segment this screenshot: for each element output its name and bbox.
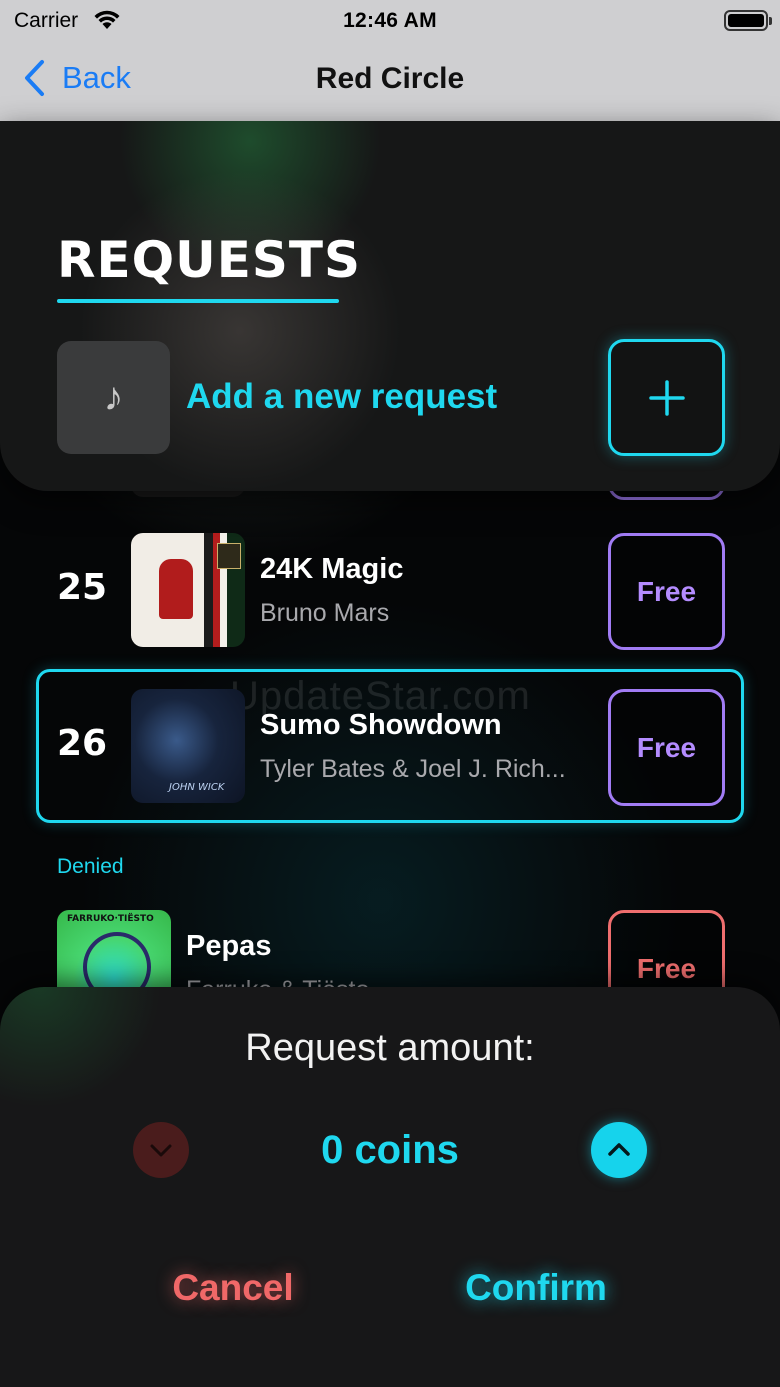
album-art (131, 491, 245, 497)
status-bar: Carrier 12:46 AM (0, 0, 780, 42)
price-button[interactable]: Free (608, 910, 725, 991)
list-item-selected[interactable]: 26 JOHN WICK Sumo Showdown Tyler Bates &… (0, 689, 780, 806)
add-request-label[interactable]: Add a new request (186, 377, 497, 417)
list-item[interactable] (0, 491, 780, 500)
section-title: REQUESTS (57, 231, 362, 289)
page-title: Red Circle (315, 62, 465, 95)
price-button[interactable]: Free (608, 533, 725, 650)
song-title: Sumo Showdown (260, 709, 502, 741)
plus-icon (648, 379, 685, 416)
denied-section-label: Denied (57, 855, 124, 878)
price-button[interactable] (608, 491, 725, 500)
status-time: 12:46 AM (343, 9, 437, 32)
increase-amount-button[interactable] (591, 1122, 647, 1178)
add-request-button[interactable] (608, 339, 725, 456)
song-title: Pepas (186, 930, 272, 962)
cancel-button[interactable]: Cancel (133, 1267, 333, 1309)
top-bar: Carrier 12:46 AM Back Red Circle (0, 0, 780, 121)
artist-name: Tyler Bates & Joel J. Rich... (260, 755, 566, 783)
chevron-up-icon (608, 1143, 630, 1156)
requests-header: REQUESTS ♪ Add a new request (0, 121, 780, 491)
request-amount-sheet: Request amount: 0 coins Cancel Confirm (0, 987, 780, 1387)
list-item-denied[interactable]: FARRUKO·TIËSTO Pepas Farruko & Tiësto Fr… (0, 910, 780, 991)
price-button[interactable]: Free (608, 689, 725, 806)
navigation-bar: Back Red Circle (0, 42, 780, 121)
album-art (131, 533, 245, 647)
rank-number: 26 (57, 723, 108, 764)
list-item[interactable]: 25 24K Magic Bruno Mars Free (0, 533, 780, 650)
music-note-icon[interactable]: ♪ (57, 341, 170, 454)
rank-number: 25 (57, 567, 108, 608)
album-art: FARRUKO·TIËSTO (57, 910, 171, 991)
artist-name: Bruno Mars (260, 599, 390, 627)
request-list[interactable]: 25 24K Magic Bruno Mars Free UpdateStar.… (0, 491, 780, 991)
amount-value: 0 coins (321, 1128, 459, 1172)
sheet-title: Request amount: (245, 1027, 535, 1069)
song-title: 24K Magic (260, 553, 404, 585)
album-art-text: JOHN WICK (169, 782, 225, 793)
battery-icon (724, 10, 772, 31)
album-art-text: FARRUKO·TIËSTO (67, 914, 154, 924)
title-underline (57, 299, 339, 303)
album-art: JOHN WICK (131, 689, 245, 803)
confirm-button[interactable]: Confirm (436, 1267, 636, 1309)
